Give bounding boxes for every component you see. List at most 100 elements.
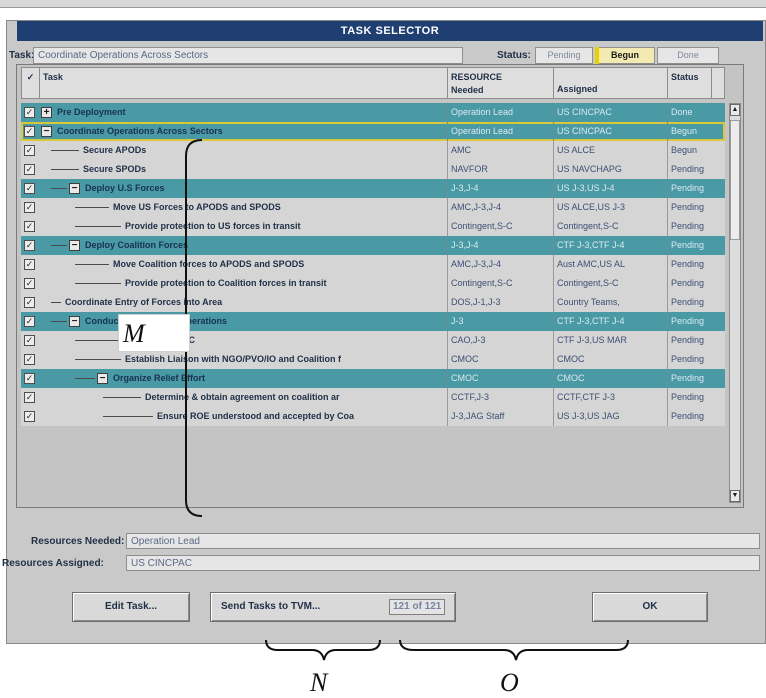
tree-connector xyxy=(51,169,79,170)
status-cell: Pending xyxy=(671,259,705,269)
header-check[interactable]: ✓ xyxy=(22,68,40,98)
tree-connector xyxy=(75,207,109,208)
scroll-down-arrow-icon[interactable]: ▼ xyxy=(730,490,740,502)
status-cell: Pending xyxy=(671,316,705,326)
table-row[interactable]: ✓ Secure APODs AMC US ALCE Begun xyxy=(21,141,725,160)
checkbox[interactable]: ✓ xyxy=(24,259,35,270)
column-divider xyxy=(553,293,554,312)
task-name: Pre Deployment xyxy=(57,107,126,117)
column-divider xyxy=(553,388,554,407)
assigned-cell: CTF J-3,US MAR xyxy=(557,335,628,345)
table-row[interactable]: ✓ Coordinate Entry of Forces into Area D… xyxy=(21,293,725,312)
column-divider xyxy=(447,160,448,179)
checkbox[interactable]: ✓ xyxy=(24,335,35,346)
edit-task-button[interactable]: Edit Task... xyxy=(72,592,190,622)
checkbox[interactable]: ✓ xyxy=(24,278,35,289)
status-option-pending[interactable]: Pending xyxy=(535,47,593,64)
checkbox[interactable]: ✓ xyxy=(24,373,35,384)
column-divider xyxy=(447,312,448,331)
scroll-thumb[interactable] xyxy=(730,120,740,240)
checkbox[interactable]: ✓ xyxy=(24,183,35,194)
task-name: Secure APODs xyxy=(83,145,147,155)
status-cell: Pending xyxy=(671,354,705,364)
table-row[interactable]: ✓ Determine & obtain agreement on coalit… xyxy=(21,388,725,407)
column-divider xyxy=(447,350,448,369)
column-divider xyxy=(667,160,668,179)
header-task[interactable]: Task xyxy=(40,68,448,98)
column-divider xyxy=(667,369,668,388)
table-row[interactable]: ✓ − Deploy U.S Forces J-3,J-4 US J-3,US … xyxy=(21,179,725,198)
collapse-minus-icon[interactable]: − xyxy=(69,183,80,194)
status-option-done[interactable]: Done xyxy=(657,47,719,64)
checkbox[interactable]: ✓ xyxy=(24,297,35,308)
checkbox[interactable]: ✓ xyxy=(24,164,35,175)
checkbox[interactable]: ✓ xyxy=(24,240,35,251)
checkbox[interactable]: ✓ xyxy=(24,126,35,137)
tree-connector xyxy=(75,340,121,341)
table-row[interactable]: ✓ Move Coalition forces to APODS and SPO… xyxy=(21,255,725,274)
annotation-m: M xyxy=(123,319,145,348)
task-table: ✓ Task RESOURCE Needed Assigned Status ✓ … xyxy=(16,64,744,508)
collapse-minus-icon[interactable]: − xyxy=(69,316,80,327)
checkbox[interactable]: ✓ xyxy=(24,202,35,213)
table-row[interactable]: ✓ Establish Liaison with NGO/PVO/IO and … xyxy=(21,350,725,369)
column-divider xyxy=(667,350,668,369)
collapse-minus-icon[interactable]: − xyxy=(97,373,108,384)
expand-plus-icon[interactable]: + xyxy=(41,107,52,118)
table-row[interactable]: ✓ − Organize Relief Effort CMOC CMOC Pen… xyxy=(21,369,725,388)
column-divider xyxy=(667,122,668,141)
table-row[interactable]: ✓ Provide protection to US forces in tra… xyxy=(21,217,725,236)
status-option-begun[interactable]: Begun xyxy=(595,47,655,64)
header-assigned[interactable]: Assigned xyxy=(554,68,668,98)
resource-cell: Contingent,S-C xyxy=(451,221,513,231)
checkbox[interactable]: ✓ xyxy=(24,354,35,365)
collapse-minus-icon[interactable]: − xyxy=(69,240,80,251)
header-resource[interactable]: RESOURCE Needed xyxy=(448,68,554,98)
table-row[interactable]: ✓ Ensure ROE understood and accepted by … xyxy=(21,407,725,426)
task-name: Deploy U.S Forces xyxy=(85,183,165,193)
scroll-up-arrow-icon[interactable]: ▲ xyxy=(730,104,740,116)
status-cell: Pending xyxy=(671,297,705,307)
task-name: Coordinate Entry of Forces into Area xyxy=(65,297,223,307)
table-row[interactable]: ✓ Provide protection to Coalition forces… xyxy=(21,274,725,293)
checkbox[interactable]: ✓ xyxy=(24,107,35,118)
column-divider xyxy=(553,160,554,179)
resource-cell: CAO,J-3 xyxy=(451,335,486,345)
vertical-scrollbar[interactable]: ▲ ▼ xyxy=(729,103,741,503)
column-divider xyxy=(447,122,448,141)
checkbox[interactable]: ✓ xyxy=(24,392,35,403)
table-row[interactable]: ✓ − Deploy Coalition Forces J-3,J-4 CTF … xyxy=(21,236,725,255)
assigned-cell: CMOC xyxy=(557,354,585,364)
column-divider xyxy=(667,407,668,426)
collapse-minus-icon[interactable]: − xyxy=(41,126,52,137)
bracket-o xyxy=(399,639,629,661)
status-label: Status: xyxy=(497,50,531,61)
resources-needed-label: Resources Needed: xyxy=(31,536,125,547)
checkbox[interactable]: ✓ xyxy=(24,411,35,422)
task-field[interactable]: Coordinate Operations Across Sectors xyxy=(33,47,463,64)
annotation-o: O xyxy=(500,668,519,697)
table-row[interactable]: ✓ + Pre Deployment Operation Lead US CIN… xyxy=(21,103,725,122)
assigned-cell: US CINCPAC xyxy=(557,107,612,117)
resource-cell: CMOC xyxy=(451,354,479,364)
header-status[interactable]: Status xyxy=(668,68,712,98)
resources-assigned-field[interactable]: US CINCPAC xyxy=(126,555,760,571)
table-row[interactable]: ✓ Secure SPODs NAVFOR US NAVCHAPG Pendin… xyxy=(21,160,725,179)
table-row[interactable]: ✓ Move US Forces to APODS and SPODS AMC,… xyxy=(21,198,725,217)
send-tasks-button[interactable]: Send Tasks to TVM... 121 of 121 xyxy=(210,592,456,622)
resources-assigned-label: Resources Assigned: xyxy=(2,558,104,569)
checkbox[interactable]: ✓ xyxy=(24,221,35,232)
resources-needed-field[interactable]: Operation Lead xyxy=(126,533,760,549)
assigned-cell: US ALCE,US J-3 xyxy=(557,202,626,212)
column-divider xyxy=(667,217,668,236)
column-divider xyxy=(447,198,448,217)
assigned-cell: US NAVCHAPG xyxy=(557,164,622,174)
send-tasks-label: Send Tasks to TVM... xyxy=(221,601,321,612)
tree-connector xyxy=(51,302,61,303)
checkbox[interactable]: ✓ xyxy=(24,316,35,327)
task-name: Deploy Coalition Forces xyxy=(85,240,189,250)
ok-button[interactable]: OK xyxy=(592,592,708,622)
column-divider xyxy=(447,255,448,274)
checkbox[interactable]: ✓ xyxy=(24,145,35,156)
table-row-selected[interactable]: ✓ − Coordinate Operations Across Sectors… xyxy=(21,122,725,141)
